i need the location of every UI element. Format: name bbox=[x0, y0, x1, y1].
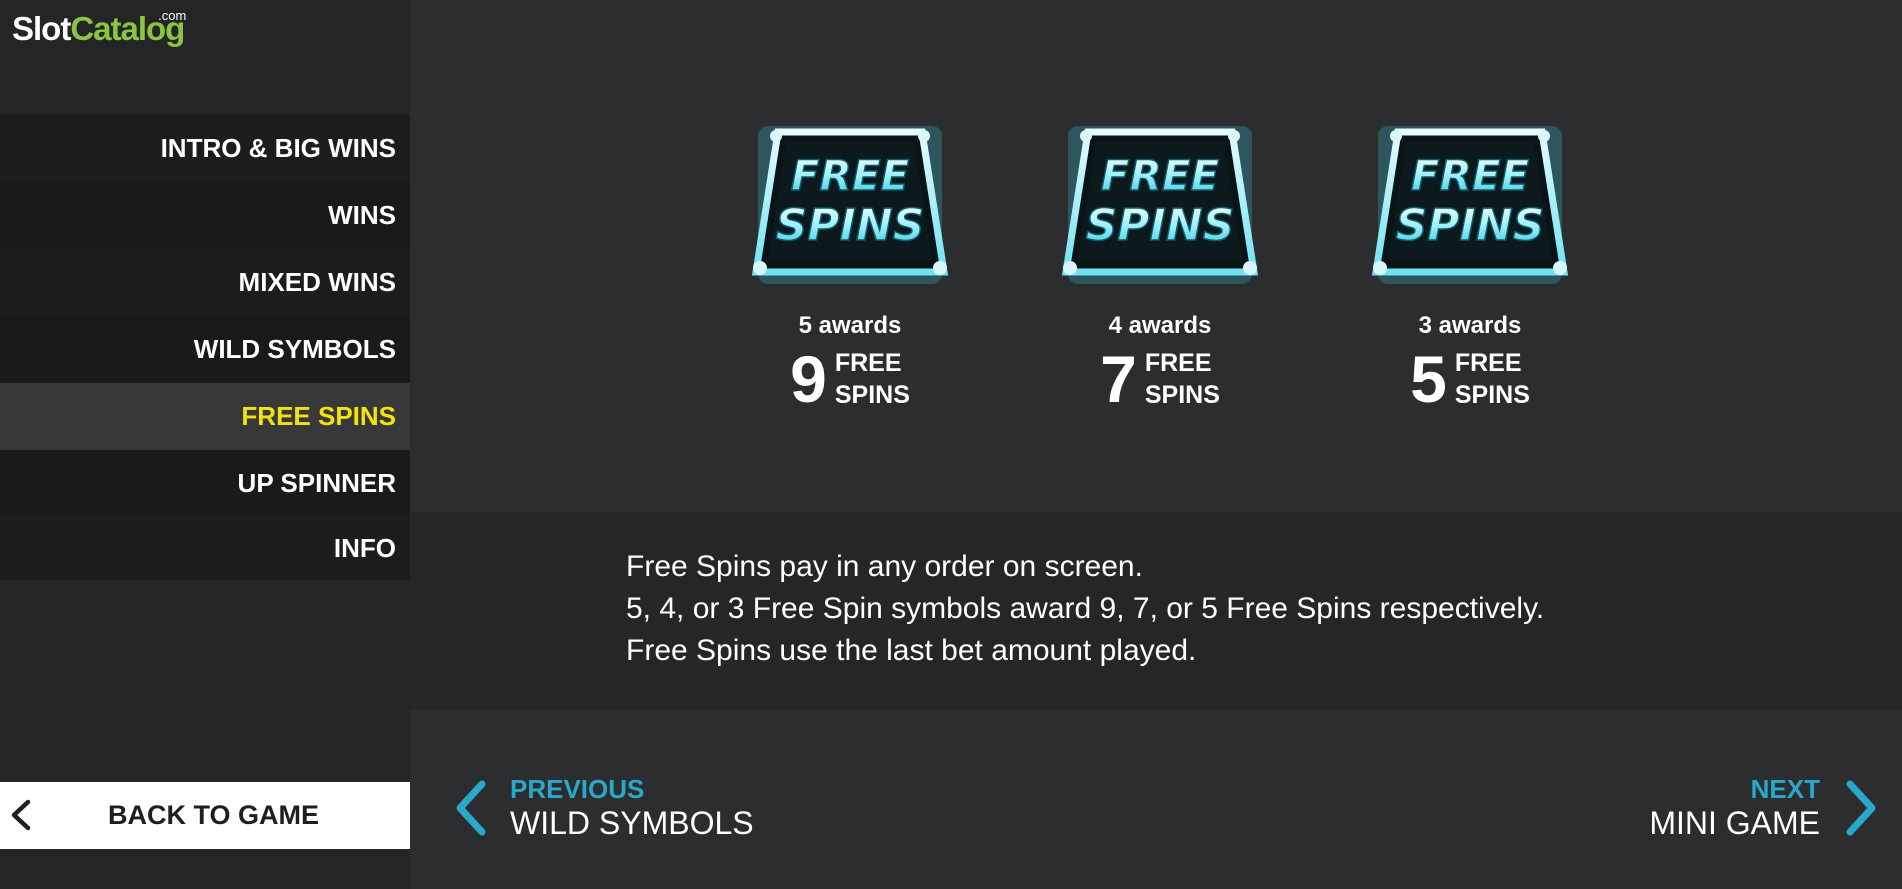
free-spins-reward: 7 FREE SPINS bbox=[1050, 346, 1270, 412]
chevron-left-icon bbox=[456, 780, 486, 836]
sidebar-item-mixed-wins[interactable]: MIXED WINS bbox=[0, 249, 410, 316]
awards-label: 4 awards bbox=[1108, 312, 1212, 339]
symbol-cards: FREE SPINS 5 awards 9 FREE SPINS FREE SP… bbox=[410, 120, 1902, 440]
description-text: Free Spins pay in any order on screen. 5… bbox=[626, 546, 1544, 672]
svg-text:SPINS: SPINS bbox=[1396, 200, 1545, 251]
unit-top: FREE bbox=[834, 349, 902, 377]
logo-text-first: Slot bbox=[12, 10, 71, 47]
free-spins-unit: FREE SPINS bbox=[1455, 347, 1530, 411]
free-spins-unit: FREE SPINS bbox=[835, 347, 910, 411]
sidebar-menu: INTRO & BIG WINS WINS MIXED WINS WILD SY… bbox=[0, 115, 410, 580]
unit-top: FREE bbox=[1454, 349, 1522, 377]
symbol-card: FREE SPINS 5 awards 9 FREE SPINS bbox=[740, 120, 960, 412]
main-panel: FREE SPINS 5 awards 9 FREE SPINS FREE SP… bbox=[410, 0, 1902, 889]
sidebar-item-wild-symbols[interactable]: WILD SYMBOLS bbox=[0, 316, 410, 383]
sidebar-item-wins[interactable]: WINS bbox=[0, 182, 410, 249]
previous-caption: PREVIOUS bbox=[510, 774, 645, 804]
svg-text:SPINS: SPINS bbox=[776, 200, 925, 251]
description-line: 5, 4, or 3 Free Spin symbols award 9, 7,… bbox=[626, 592, 1545, 625]
next-caption: NEXT bbox=[1750, 774, 1820, 804]
free-spins-reward: 9 FREE SPINS bbox=[740, 346, 960, 412]
free-spins-symbol-icon: FREE SPINS bbox=[1371, 126, 1569, 284]
logo-suffix: .com bbox=[158, 8, 187, 23]
next-target: MINI GAME bbox=[1649, 805, 1820, 841]
awards-label: 5 awards bbox=[798, 312, 902, 339]
description-panel: Free Spins pay in any order on screen. 5… bbox=[410, 512, 1902, 710]
awards-label: 3 awards bbox=[1418, 312, 1522, 339]
symbol-card: FREE SPINS 4 awards 7 FREE SPINS bbox=[1050, 120, 1270, 412]
sidebar-item-intro-big-wins[interactable]: INTRO & BIG WINS bbox=[0, 115, 410, 182]
unit-bottom: SPINS bbox=[834, 381, 910, 409]
free-spins-reward: 5 FREE SPINS bbox=[1360, 346, 1580, 412]
previous-target: WILD SYMBOLS bbox=[510, 805, 754, 841]
svg-text:SPINS: SPINS bbox=[1086, 200, 1235, 251]
back-to-game-label: BACK TO GAME bbox=[108, 800, 320, 830]
free-spins-unit: FREE SPINS bbox=[1145, 347, 1220, 411]
free-spins-count: 5 bbox=[1410, 342, 1447, 416]
description-line: Free Spins pay in any order on screen. bbox=[626, 550, 1143, 583]
svg-text:FREE: FREE bbox=[1101, 151, 1220, 200]
sidebar-item-up-spinner[interactable]: UP SPINNER bbox=[0, 450, 410, 517]
symbol-card: FREE SPINS 3 awards 5 FREE SPINS bbox=[1360, 120, 1580, 412]
sidebar-item-free-spins[interactable]: FREE SPINS bbox=[0, 383, 410, 450]
chevron-right-icon bbox=[1846, 780, 1876, 836]
svg-text:FREE: FREE bbox=[791, 151, 910, 200]
sidebar: SlotCatalog .com INTRO & BIG WINS WINS M… bbox=[0, 0, 410, 889]
free-spins-symbol-icon: FREE SPINS bbox=[1061, 126, 1259, 284]
svg-text:FREE: FREE bbox=[1411, 151, 1530, 200]
free-spins-count: 9 bbox=[790, 342, 827, 416]
unit-bottom: SPINS bbox=[1454, 381, 1530, 409]
sidebar-item-info[interactable]: INFO bbox=[0, 517, 410, 580]
previous-page-text: PREVIOUS WILD SYMBOLS bbox=[510, 772, 754, 840]
back-to-game-button[interactable]: BACK TO GAME bbox=[0, 782, 410, 849]
free-spins-count: 7 bbox=[1100, 342, 1137, 416]
chevron-left-icon bbox=[11, 799, 31, 831]
slotcatalog-logo: SlotCatalog .com bbox=[12, 8, 187, 48]
unit-top: FREE bbox=[1144, 349, 1212, 377]
description-line: Free Spins use the last bet amount playe… bbox=[626, 634, 1197, 667]
free-spins-symbol-icon: FREE SPINS bbox=[751, 126, 949, 284]
unit-bottom: SPINS bbox=[1144, 381, 1220, 409]
next-page-text: NEXT MINI GAME bbox=[1649, 772, 1820, 840]
next-page-button[interactable]: NEXT MINI GAME bbox=[1482, 772, 1882, 852]
